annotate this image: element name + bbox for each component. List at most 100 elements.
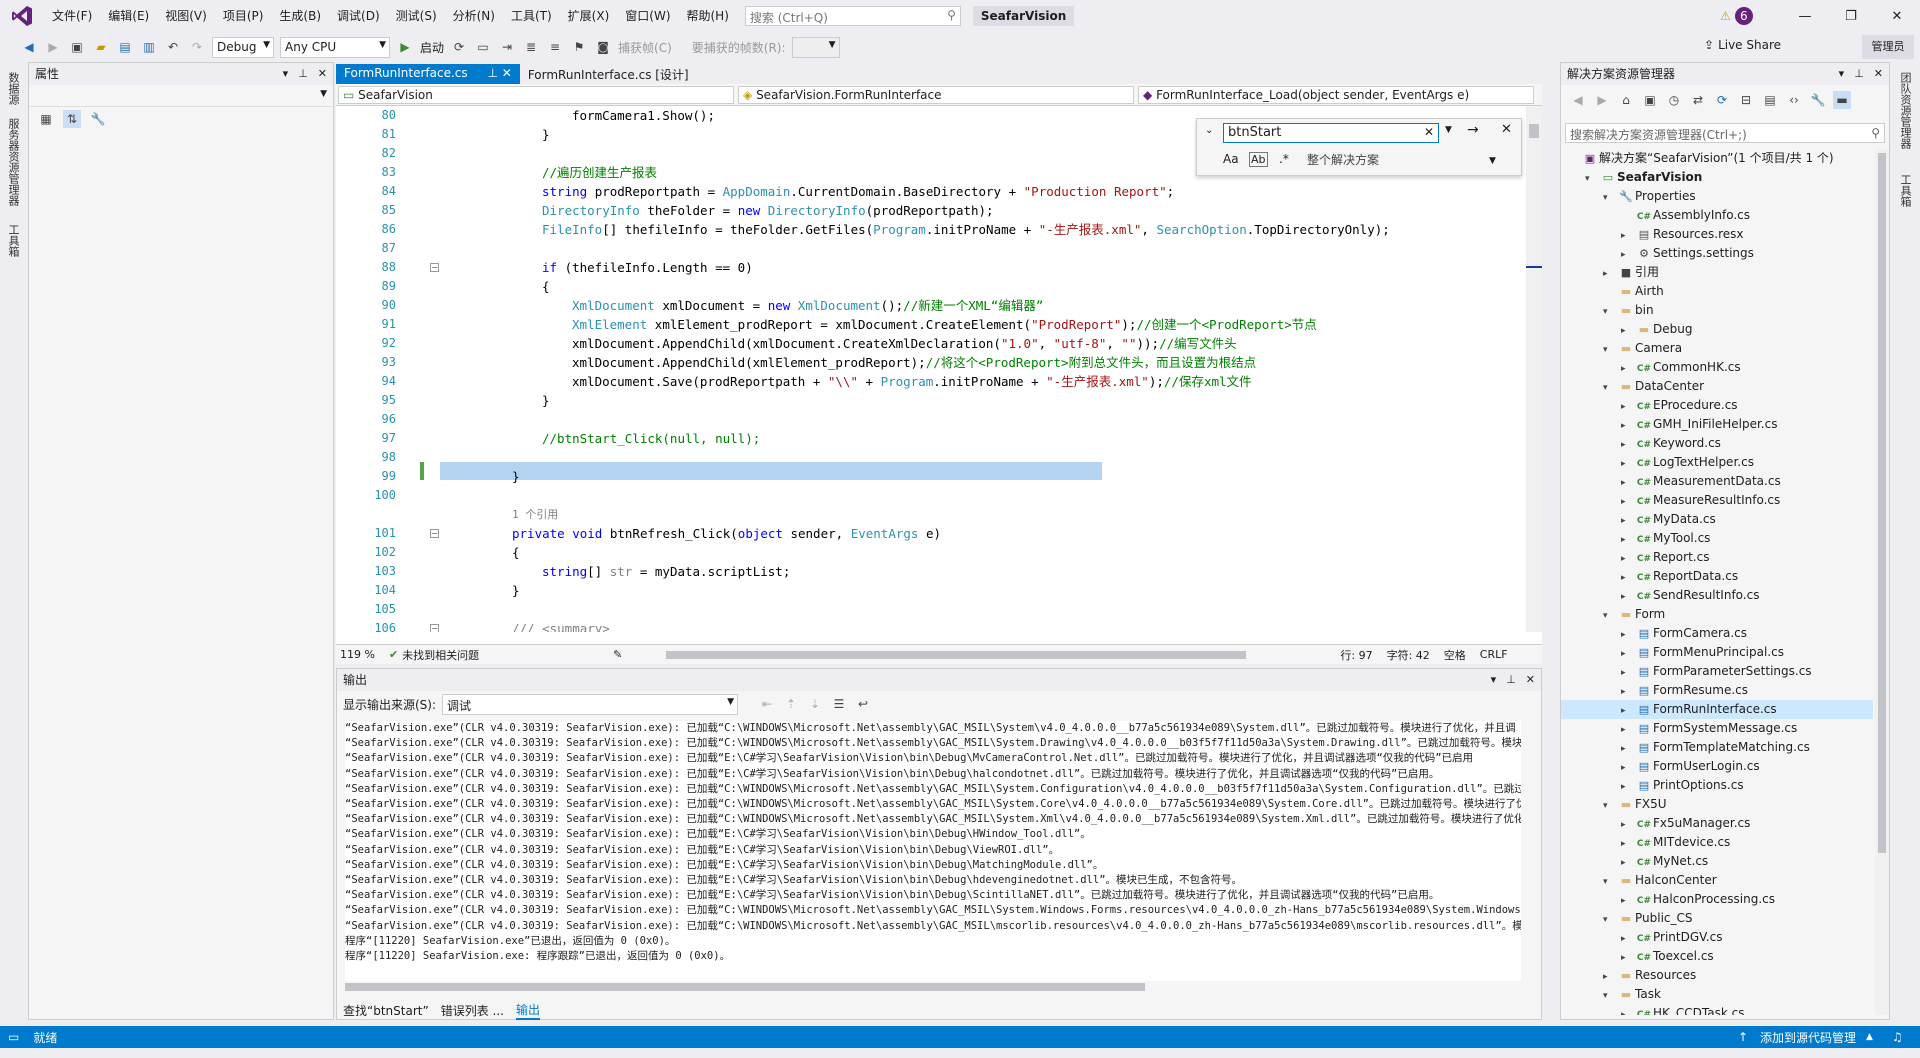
tree-item[interactable]: ▸ ■ 引用 — [1561, 263, 1873, 282]
output-text[interactable]: “SeafarVision.exe”(CLR v4.0.30319: Seafa… — [345, 721, 1521, 981]
solution-tree[interactable]: ▣ 解决方案“SeafarVision”(1 个项目/共 1 个) ▾ ▭ Seafar… — [1561, 149, 1873, 1015]
tree-item[interactable]: ▸ C# Fx5uManager.cs — [1561, 814, 1873, 833]
solution-search-input[interactable]: 搜索解决方案资源管理器(Ctrl+;) ⚲ — [1565, 123, 1885, 143]
tree-item[interactable]: ▣ 解决方案“SeafarVision”(1 个项目/共 1 个) — [1561, 149, 1873, 168]
tab-formruninterface-design[interactable]: FormRunInterface.cs [设计] — [520, 64, 697, 84]
save-all-icon[interactable]: ▥ — [140, 38, 158, 56]
camera-icon[interactable]: ◙ — [594, 38, 612, 56]
next-message-icon[interactable]: ⇣ — [806, 695, 824, 713]
save-icon[interactable]: ▤ — [116, 38, 134, 56]
tree-item[interactable]: C# AssemblyInfo.cs — [1561, 206, 1873, 225]
start-button[interactable]: 启动 — [420, 39, 444, 56]
menu-extensions[interactable]: 扩展(X) — [560, 0, 618, 32]
tree-item[interactable]: ▸ ▤ FormParameterSettings.cs — [1561, 662, 1873, 681]
regex-icon[interactable]: .* — [1279, 152, 1289, 166]
tree-item[interactable]: ▾ ▭ SeafarVision — [1561, 168, 1873, 187]
minimize-button[interactable]: — — [1782, 9, 1828, 24]
forward-icon[interactable]: ▶ — [1593, 91, 1611, 109]
tree-item[interactable]: ▸ C# Report.cs — [1561, 548, 1873, 567]
clear-all-icon[interactable]: ☰ — [830, 695, 848, 713]
properties-object-select[interactable]: ▼ — [29, 85, 333, 107]
tab-output[interactable]: 输出 — [515, 1001, 540, 1020]
sync-icon[interactable]: ⇄ — [1689, 91, 1707, 109]
tree-item[interactable]: ▸ C# ReportData.cs — [1561, 567, 1873, 586]
menu-view[interactable]: 视图(V) — [157, 0, 215, 32]
alphabetical-icon[interactable]: ⇅ — [63, 110, 81, 128]
clear-icon[interactable]: ✕ — [1424, 125, 1434, 139]
find-message-icon[interactable]: ⇤ — [758, 695, 776, 713]
tree-item[interactable]: ▾ ▬ FX5U — [1561, 795, 1873, 814]
output-horizontal-scrollbar[interactable] — [345, 983, 1145, 991]
capture-frame-button[interactable]: 捕获帧(C) — [618, 39, 672, 56]
view-code-icon[interactable]: ‹› — [1785, 91, 1803, 109]
back-icon[interactable]: ◀ — [20, 38, 38, 56]
notification-bell-icon[interactable]: ♫ — [1892, 1030, 1903, 1044]
start-icon[interactable]: ▶ — [396, 38, 414, 56]
tree-item[interactable]: ▬ Airth — [1561, 282, 1873, 301]
close-icon[interactable]: ✕ — [1874, 63, 1883, 85]
menu-file[interactable]: 文件(F) — [44, 0, 100, 32]
tree-item[interactable]: ▸ C# LogTextHelper.cs — [1561, 453, 1873, 472]
pin-icon[interactable]: ⊥ — [487, 66, 497, 80]
step-icon[interactable]: ⇥ — [498, 38, 516, 56]
class-nav-select[interactable]: ◈ SeafarVision.FormRunInterface — [738, 85, 1134, 104]
tree-item[interactable]: ▾ ▬ bin — [1561, 301, 1873, 320]
open-file-icon[interactable]: ▰ — [92, 38, 110, 56]
scroll-thumb[interactable] — [1878, 153, 1886, 853]
project-nav-select[interactable]: ▭ SeafarVision — [338, 85, 734, 104]
tree-item[interactable]: ▸ ▤ FormCamera.cs — [1561, 624, 1873, 643]
chevron-down-icon[interactable]: ▼ — [1489, 156, 1496, 166]
menu-window[interactable]: 窗口(W) — [617, 0, 678, 32]
zoom-level[interactable]: 119 % — [340, 648, 375, 661]
switch-views-icon[interactable]: ▣ — [1641, 91, 1659, 109]
tree-item[interactable]: ▸ C# MyNet.cs — [1561, 852, 1873, 871]
prev-message-icon[interactable]: ⇡ — [782, 695, 800, 713]
tree-item[interactable]: ▸ ⚙ Settings.settings — [1561, 244, 1873, 263]
tree-item[interactable]: ▸ ▬ Debug — [1561, 320, 1873, 339]
tab-find-results[interactable]: 查找“btnStart” — [343, 1002, 429, 1019]
menu-help[interactable]: 帮助(H) — [679, 0, 737, 32]
categorized-icon[interactable]: ▦ — [37, 110, 55, 128]
scroll-thumb[interactable] — [1529, 124, 1539, 138]
tree-item[interactable]: ▸ C# CommonHK.cs — [1561, 358, 1873, 377]
codelens-references[interactable]: 1 个引用 — [422, 505, 558, 524]
tree-item[interactable]: ▾ ▬ Task — [1561, 985, 1873, 1004]
tree-item[interactable]: ▸ C# GMH_IniFileHelper.cs — [1561, 415, 1873, 434]
tab-error-list[interactable]: 错误列表 ... — [441, 1002, 504, 1019]
dropdown-icon[interactable]: ▾ — [283, 63, 289, 85]
close-icon[interactable]: ✕ — [1501, 122, 1512, 137]
format-icon[interactable]: ≣ — [522, 38, 540, 56]
tree-item[interactable]: ▸ ▤ FormSystemMessage.cs — [1561, 719, 1873, 738]
code-surface[interactable]: 80 81 82 83 84 85 86 87 88 89 90 91 92 9… — [336, 106, 1526, 632]
tree-item[interactable]: ▸ C# HalconProcessing.cs — [1561, 890, 1873, 909]
close-button[interactable]: ✕ — [1874, 9, 1920, 24]
history-icon[interactable]: ◷ — [1665, 91, 1683, 109]
tree-item[interactable]: ▸ C# MITdevice.cs — [1561, 833, 1873, 852]
tree-item[interactable]: ▸ C# Keyword.cs — [1561, 434, 1873, 453]
tree-scrollbar[interactable] — [1875, 149, 1889, 1015]
tree-item[interactable]: ▸ ▤ PrintOptions.cs — [1561, 776, 1873, 795]
tree-item[interactable]: ▸ C# MyData.cs — [1561, 510, 1873, 529]
refresh-icon[interactable]: ⟳ — [1713, 91, 1731, 109]
tree-item[interactable]: ▸ ▤ Resources.resx — [1561, 225, 1873, 244]
browser-link-icon[interactable]: ⟳ — [450, 38, 468, 56]
pin-icon[interactable]: ⊥ — [1506, 669, 1516, 691]
chevron-up-icon[interactable]: ▲ — [1866, 1032, 1873, 1042]
menu-edit[interactable]: 编辑(E) — [100, 0, 157, 32]
tree-item[interactable]: ▸ C# SendResultInfo.cs — [1561, 586, 1873, 605]
match-case-icon[interactable]: Aa — [1223, 152, 1239, 166]
word-wrap-icon[interactable]: ↩ — [854, 695, 872, 713]
tree-item[interactable]: ▾ ▬ DataCenter — [1561, 377, 1873, 396]
notifications[interactable]: ⚠ 6 — [1720, 7, 1753, 25]
close-icon[interactable]: ✕ — [1526, 669, 1535, 691]
frames-select[interactable]: ▼ — [791, 36, 840, 58]
tab-server-explorer[interactable]: 服务器资源管理器 — [5, 118, 21, 206]
menu-analyze[interactable]: 分析(N) — [445, 0, 503, 32]
tree-item[interactable]: ▾ 🔧 Properties — [1561, 187, 1873, 206]
forward-icon[interactable]: ▶ — [44, 38, 62, 56]
dropdown-icon[interactable]: ▾ — [1491, 669, 1497, 691]
properties-icon[interactable]: 🔧 — [1809, 91, 1827, 109]
tab-team-explorer[interactable]: 团队资源管理器 — [1897, 72, 1913, 149]
member-nav-select[interactable]: ◆ FormRunInterface_Load(object sender, E… — [1138, 85, 1534, 104]
tree-item[interactable]: ▸ C# EProcedure.cs — [1561, 396, 1873, 415]
